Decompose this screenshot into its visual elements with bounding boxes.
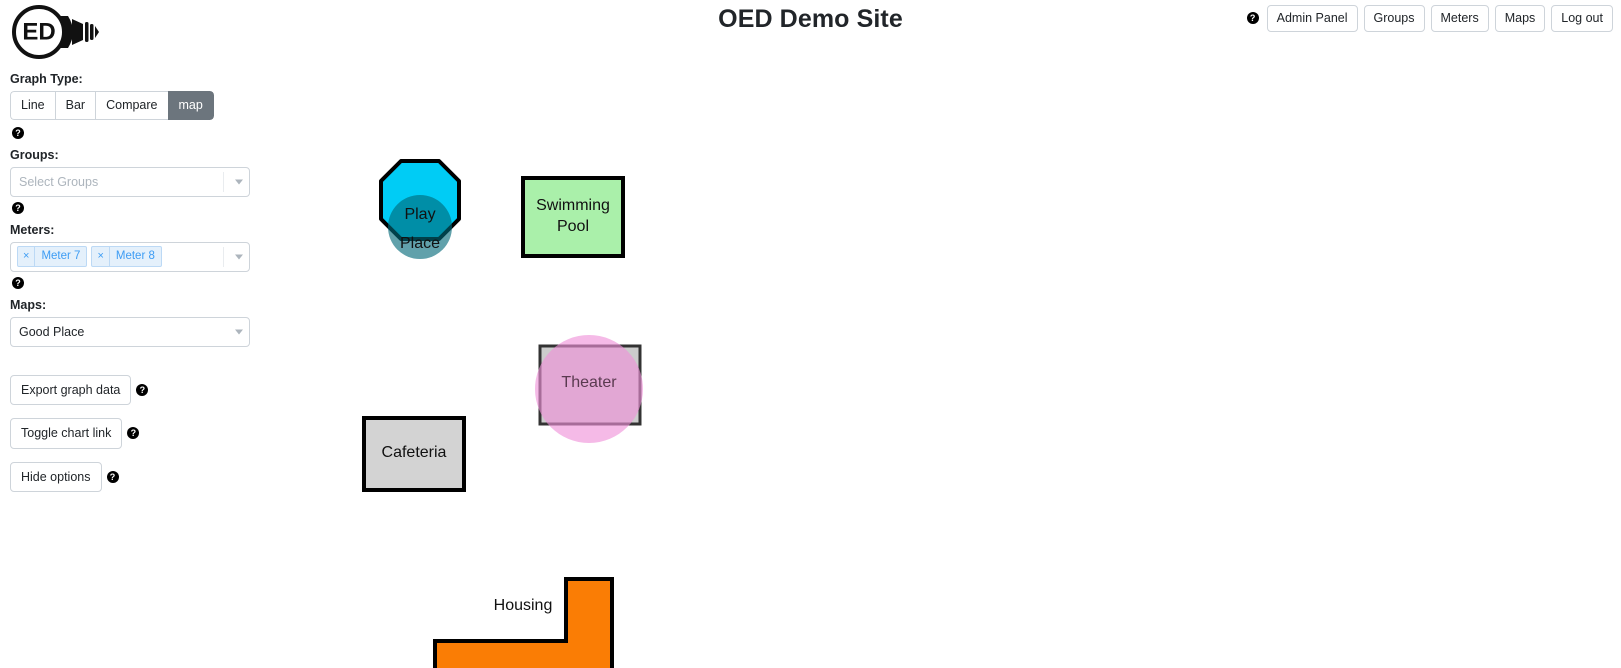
map-shape-theater[interactable]: Theater [535,335,643,443]
hide-options-row: Hide options ? [10,461,260,492]
housing-label: Housing [494,597,553,614]
graph-type-help-icon[interactable]: ? [12,127,24,140]
hide-options-help-icon[interactable]: ? [106,470,119,483]
graph-type-map-button[interactable]: map [167,91,214,120]
meters-chip: × Meter 7 [17,245,88,268]
logo-svg: ED [12,5,99,59]
graph-type-line-button[interactable]: Line [10,91,55,120]
groups-help-row: ? [12,200,260,215]
map-shape-play-place[interactable]: Play Place [379,159,461,259]
nav-groups-button[interactable]: Groups [1363,5,1425,32]
maps-label: Maps: [10,297,47,312]
nav-help-icon[interactable]: ? [1246,12,1259,25]
meter-marker-circle-theater[interactable] [535,335,643,443]
maps-select[interactable]: Good Place [10,316,250,347]
meters-chevron-down-icon[interactable] [235,254,243,259]
map-shape-housing[interactable]: Housing [433,577,614,668]
export-graph-data-button[interactable]: Export graph data [10,374,132,405]
meters-help-icon[interactable]: ? [12,277,24,290]
export-graph-data-help-icon[interactable]: ? [136,383,149,396]
groups-label: Groups: [10,147,59,162]
export-graph-data-row: Export graph data ? [10,374,260,405]
map-svg: Play Place Swimming Pool Theater Cafeter… [362,159,643,668]
toggle-chart-link-row: Toggle chart link ? [10,418,260,449]
oed-lightbulb-logo: ED [8,4,104,60]
map-shape-cafeteria[interactable]: Cafeteria [362,416,466,492]
toggle-chart-link-button[interactable]: Toggle chart link [10,418,123,449]
nav-maps-button[interactable]: Maps [1494,5,1546,32]
nav-meters-button[interactable]: Meters [1430,5,1489,32]
groups-help-icon[interactable]: ? [12,202,24,215]
top-navigation: ? Admin Panel Groups Meters Maps Log out [1246,5,1613,32]
app-header: ED OED Demo Site ? Admin Panel Groups Me… [0,0,1621,62]
meters-select[interactable]: × Meter 7 × Meter 8 [10,241,250,272]
meters-chip: × Meter 8 [91,245,162,268]
meters-label: Meters: [10,222,55,237]
meters-select-separator [223,246,224,267]
groups-select[interactable]: Select Groups [10,166,250,197]
groups-select-separator [223,171,224,192]
meters-chip-label: Meter 7 [41,249,81,262]
nav-log-out-button[interactable]: Log out [1551,5,1613,32]
meters-chip-remove-icon[interactable]: × [18,246,36,267]
meters-chip-remove-icon[interactable]: × [92,246,110,267]
meters-help-row: ? [12,275,260,290]
graph-type-compare-button[interactable]: Compare [95,91,168,120]
graph-type-label: Graph Type: [10,72,83,86]
housing-polygon[interactable] [433,577,614,668]
meters-chip-label: Meter 8 [115,249,155,262]
maps-selected-value: Good Place [19,324,85,339]
options-sidebar: Graph Type: Line Bar Compare map ? Group… [0,64,270,505]
nav-admin-panel-button[interactable]: Admin Panel [1266,5,1358,32]
map-shape-swimming-pool[interactable]: Swimming Pool [521,176,625,258]
cafeteria-rect[interactable] [362,416,466,492]
groups-placeholder: Select Groups [19,174,99,189]
hide-options-button[interactable]: Hide options [10,461,102,492]
meter-marker-circle-play-place[interactable] [388,195,452,259]
toggle-chart-link-help-icon[interactable]: ? [127,427,140,440]
groups-chevron-down-icon[interactable] [235,179,243,184]
swimming-pool-rect[interactable] [521,176,625,258]
graph-type-button-group: Line Bar Compare map [10,91,214,120]
map-canvas[interactable]: Play Place Swimming Pool Theater Cafeter… [280,64,1621,668]
graph-type-help-row: ? [12,125,260,140]
meters-chip-list: × Meter 7 × Meter 8 [15,245,162,268]
maps-chevron-down-icon[interactable] [235,329,243,334]
logo-text: ED [22,18,55,45]
graph-type-bar-button[interactable]: Bar [54,91,96,120]
